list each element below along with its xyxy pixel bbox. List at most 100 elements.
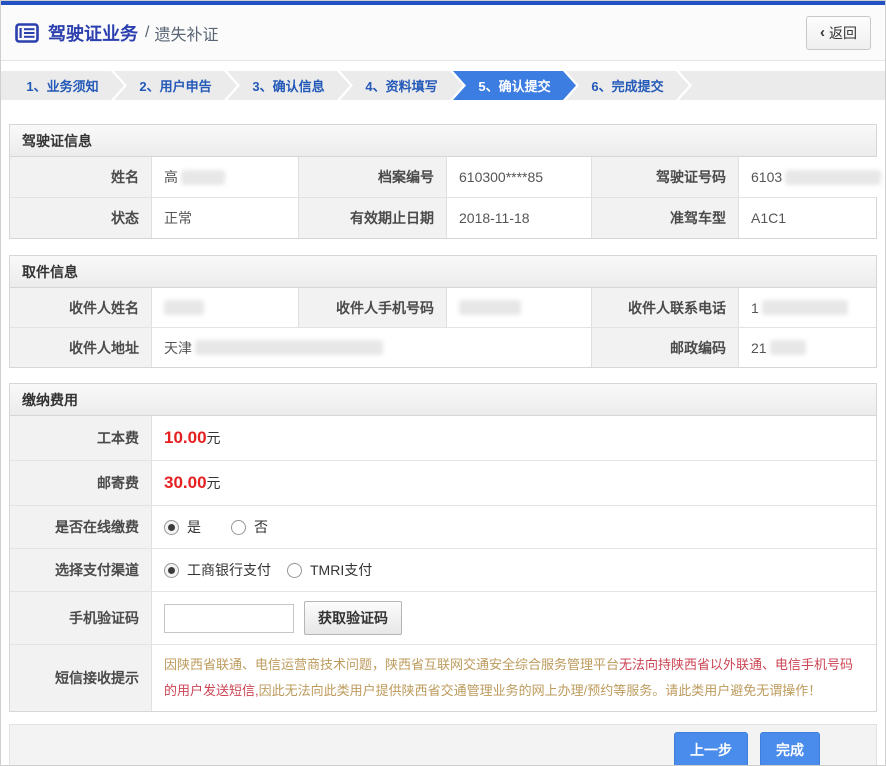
table-row: 手机验证码 获取验证码: [10, 591, 876, 644]
license-no-value: 6103: [739, 157, 886, 197]
vehicle-class-label: 准驾车型: [592, 198, 739, 238]
page-title: 驾驶证业务: [48, 20, 138, 46]
radio-icon[interactable]: [287, 563, 302, 578]
post-fee-amount: 30.00: [164, 473, 207, 493]
get-code-button[interactable]: 获取验证码: [304, 601, 402, 635]
table-row: 收件人姓名 收件人手机号码 收件人联系电话 1: [10, 288, 876, 327]
step-5-confirm-submit[interactable]: 5、确认提交: [453, 71, 576, 100]
pay-channel-options: 工商银行支付 TMRI支付: [152, 549, 876, 591]
pickup-info-section: 取件信息 收件人姓名 收件人手机号码 收件人联系电话 1 收件人地址 天津 邮政…: [9, 255, 877, 368]
expiry-label: 有效期止日期: [299, 198, 447, 238]
option-label: TMRI支付: [310, 560, 372, 580]
back-button[interactable]: ‹ 返回: [806, 16, 871, 50]
postal-code-text: 21: [751, 340, 767, 356]
back-chevron-icon: ‹: [820, 25, 825, 40]
step-bar-filler: [679, 71, 885, 100]
online-pay-no-option[interactable]: 否: [231, 517, 268, 537]
recipient-name-label: 收件人姓名: [10, 288, 152, 327]
step-2-user-declaration[interactable]: 2、用户申告: [114, 71, 237, 100]
back-button-label: 返回: [829, 23, 857, 43]
status-value: 正常: [152, 198, 299, 238]
license-info-section: 驾驶证信息 姓名 高 档案编号 610300****85 驾驶证号码 6103 …: [9, 124, 877, 239]
work-fee-label: 工本费: [10, 416, 152, 460]
notice-part1: 因陕西省联通、电信运营商技术问题，陕西省互联网交通安全综合服务管理平台: [164, 657, 619, 672]
finish-button[interactable]: 完成: [760, 732, 820, 766]
table-row: 状态 正常 有效期止日期 2018-11-18 准驾车型 A1C1: [10, 197, 876, 238]
sms-code-field: 获取验证码: [152, 592, 876, 644]
name-label: 姓名: [10, 157, 152, 197]
work-fee-unit: 元: [207, 428, 221, 448]
footer-action-bar: 上一步 完成: [9, 724, 877, 766]
radio-icon[interactable]: [231, 520, 246, 535]
previous-step-button[interactable]: 上一步: [674, 732, 748, 766]
address-text: 天津: [164, 338, 192, 358]
payment-title: 缴纳费用: [10, 384, 876, 416]
mobile-label: 收件人手机号码: [299, 288, 447, 327]
license-info-title: 驾驶证信息: [10, 125, 876, 157]
name-text: 高: [164, 167, 178, 187]
address-label: 收件人地址: [10, 328, 152, 367]
sms-notice-label: 短信接收提示: [10, 645, 152, 711]
table-row: 姓名 高 档案编号 610300****85 驾驶证号码 6103: [10, 157, 876, 197]
redaction: [181, 170, 225, 185]
radio-icon[interactable]: [164, 563, 179, 578]
redaction: [762, 300, 848, 315]
work-fee-amount: 10.00: [164, 428, 207, 448]
sms-notice-text: 因陕西省联通、电信运营商技术问题，陕西省互联网交通安全综合服务管理平台无法向持陕…: [152, 645, 876, 711]
step-label: 4、资料填写: [365, 76, 437, 95]
breadcrumb-separator: /: [145, 24, 149, 42]
license-business-icon: [15, 23, 39, 43]
payment-section: 缴纳费用 工本费 10.00元 邮寄费 30.00元 是否在线缴费 是 否 选择…: [9, 383, 877, 712]
step-label: 3、确认信息: [252, 76, 324, 95]
table-row: 收件人地址 天津 邮政编码 21: [10, 327, 876, 367]
post-fee-unit: 元: [207, 473, 221, 493]
icbc-pay-option[interactable]: 工商银行支付: [164, 560, 271, 580]
page: 驾驶证业务 / 遗失补证 ‹ 返回 1、业务须知 2、用户申告 3、确认信息 4…: [0, 0, 886, 766]
table-row: 选择支付渠道 工商银行支付 TMRI支付: [10, 548, 876, 591]
redaction: [785, 170, 881, 185]
online-pay-options: 是 否: [152, 506, 876, 548]
post-fee-label: 邮寄费: [10, 461, 152, 505]
contact-phone-text: 1: [751, 300, 759, 316]
work-fee-value: 10.00元: [152, 416, 876, 460]
license-no-label: 驾驶证号码: [592, 157, 739, 197]
step-4-fill-data[interactable]: 4、资料填写: [340, 71, 463, 100]
table-row: 短信接收提示 因陕西省联通、电信运营商技术问题，陕西省互联网交通安全综合服务管理…: [10, 644, 876, 711]
name-value: 高: [152, 157, 299, 197]
option-label: 是: [187, 517, 201, 537]
sms-code-label: 手机验证码: [10, 592, 152, 644]
option-label: 工商银行支付: [187, 560, 271, 580]
step-label: 1、业务须知: [26, 76, 98, 95]
pay-channel-label: 选择支付渠道: [10, 549, 152, 591]
postal-code-value: 21: [739, 328, 876, 367]
pickup-info-title: 取件信息: [10, 256, 876, 288]
table-row: 邮寄费 30.00元: [10, 460, 876, 505]
breadcrumb-current: 遗失补证: [154, 21, 218, 45]
step-1-business-notes[interactable]: 1、业务须知: [1, 71, 124, 100]
step-3-confirm-info[interactable]: 3、确认信息: [227, 71, 350, 100]
sms-code-input[interactable]: [164, 604, 294, 633]
step-6-complete-submit[interactable]: 6、完成提交: [566, 71, 689, 100]
table-row: 是否在线缴费 是 否: [10, 505, 876, 548]
license-no-text: 6103: [751, 169, 782, 185]
tmri-pay-option[interactable]: TMRI支付: [287, 560, 372, 580]
contact-phone-value: 1: [739, 288, 876, 327]
redaction: [459, 300, 521, 315]
step-label: 6、完成提交: [591, 76, 663, 95]
redaction: [770, 340, 806, 355]
page-header: 驾驶证业务 / 遗失补证 ‹ 返回: [1, 5, 885, 61]
online-pay-yes-option[interactable]: 是: [164, 517, 201, 537]
step-label: 2、用户申告: [139, 76, 211, 95]
notice-part2: 因此无法向此类用户提供陕西省交通管理业务的网上办理/预约等服务。请此类用户避免无…: [259, 683, 822, 698]
online-pay-label: 是否在线缴费: [10, 506, 152, 548]
vehicle-class-value: A1C1: [739, 198, 876, 238]
post-fee-value: 30.00元: [152, 461, 876, 505]
address-value: 天津: [152, 328, 592, 367]
file-no-label: 档案编号: [299, 157, 447, 197]
expiry-value: 2018-11-18: [447, 198, 592, 238]
radio-icon[interactable]: [164, 520, 179, 535]
redaction: [164, 300, 204, 315]
postal-code-label: 邮政编码: [592, 328, 739, 367]
file-no-value: 610300****85: [447, 157, 592, 197]
mobile-value: [447, 288, 592, 327]
